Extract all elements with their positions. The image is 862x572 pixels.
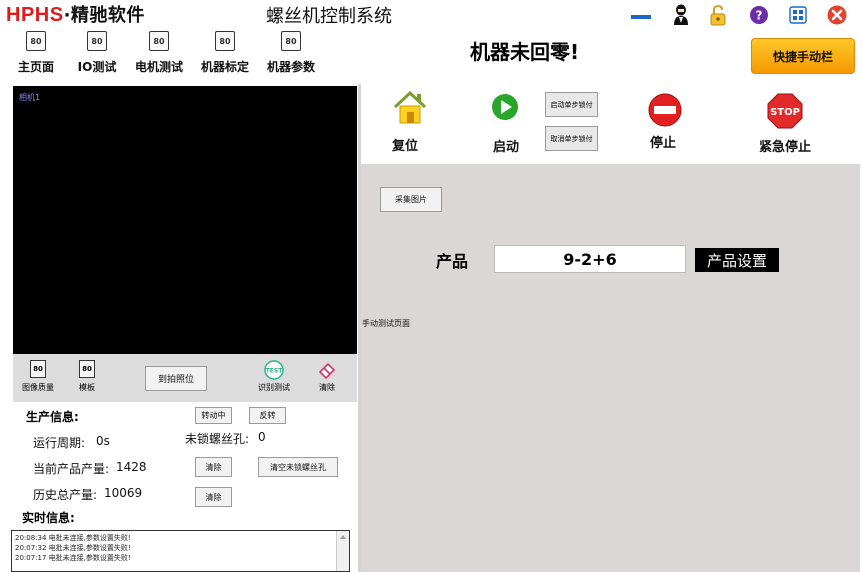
log-scrollbar[interactable] xyxy=(336,531,349,571)
unlock-icon xyxy=(710,4,726,26)
nav-calibration-label: 机器标定 xyxy=(200,60,249,74)
layout-button[interactable] xyxy=(787,4,809,26)
reset-button[interactable] xyxy=(391,88,429,129)
manual-test-page-label: 手动测试页面 xyxy=(362,319,410,328)
realtime-log[interactable]: 20:08:34 电批未连接,参数设置失败! 20:07:32 电批未连接,参数… xyxy=(11,530,350,572)
eraser-icon xyxy=(318,362,336,380)
help-button[interactable]: ? xyxy=(748,4,770,26)
enable-step-lock-button[interactable]: 启动单步锁付 xyxy=(545,92,598,117)
lock-button[interactable] xyxy=(707,4,729,26)
grid-icon xyxy=(789,6,807,24)
capture-image-button[interactable]: 采集图片 xyxy=(380,187,442,212)
clear-camera-label: 清除 xyxy=(319,383,335,392)
close-icon xyxy=(827,5,847,25)
current-output-label: 当前产品产量: xyxy=(33,462,110,476)
recognize-test-label: 识别测试 xyxy=(258,383,290,392)
machine-status: 机器未回零! xyxy=(470,40,580,64)
app-logo: HPHS·精驰软件 xyxy=(6,3,145,28)
nav-machine-params-label: 机器参数 xyxy=(266,60,315,74)
template-label: 模板 xyxy=(79,383,95,392)
quick-manual-button[interactable]: 快捷手动栏 xyxy=(751,38,855,74)
nav-io-test-icon: 80 xyxy=(87,31,107,51)
emergency-stop-button[interactable]: STOP xyxy=(766,92,804,133)
template-icon: 80 xyxy=(79,360,95,378)
stop-button[interactable] xyxy=(647,92,683,131)
image-quality-icon: 80 xyxy=(30,360,46,378)
cancel-step-lock-button[interactable]: 取消单步锁付 xyxy=(545,126,598,151)
log-line: 20:07:32 电批未连接,参数设置失败! xyxy=(15,544,131,552)
start-button[interactable] xyxy=(490,92,520,125)
help-icon: ? xyxy=(750,6,768,24)
clear-history-output-button[interactable]: 清除 xyxy=(195,487,232,507)
test-icon-text: TEST xyxy=(266,368,284,375)
stop-label: 停止 xyxy=(650,136,677,151)
nav-motor-test-icon: 80 xyxy=(149,31,169,51)
image-quality-label: 图像质量 xyxy=(22,383,54,392)
minimize-icon xyxy=(631,15,651,19)
camera-view[interactable] xyxy=(13,86,357,354)
home-icon xyxy=(393,90,427,124)
history-output-label: 历史总产量: xyxy=(33,488,98,502)
play-icon xyxy=(492,94,518,120)
emergency-stop-label: 紧急停止 xyxy=(759,140,812,155)
svg-text:?: ? xyxy=(756,9,763,23)
clear-unlocked-holes-button[interactable]: 清空未锁螺丝孔 xyxy=(258,457,338,477)
production-info-heading: 生产信息: xyxy=(26,410,79,424)
minimize-button[interactable] xyxy=(630,4,652,26)
cycle-label: 运行周期: xyxy=(33,436,86,450)
nav-home-icon: 80 xyxy=(26,31,46,51)
rotating-button[interactable]: 转动中 xyxy=(195,407,232,424)
nav-machine-params-icon: 80 xyxy=(281,31,301,51)
recognize-test-button[interactable]: TEST 识别测试 xyxy=(258,360,290,393)
nav-io-test-label: IO测试 xyxy=(77,60,117,74)
nav-calibration[interactable]: 80 机器标定 xyxy=(197,31,253,77)
nav-calibration-icon: 80 xyxy=(215,31,235,51)
unlocked-holes-label: 未锁螺丝孔: xyxy=(185,432,250,446)
realtime-info-heading: 实时信息: xyxy=(22,511,75,525)
logo-brand: HPHS xyxy=(6,4,64,26)
nav-io-test[interactable]: 80 IO测试 xyxy=(69,31,125,77)
nav-home-label: 主页面 xyxy=(17,60,54,74)
camera-label: 相机1 xyxy=(19,93,41,102)
nav-motor-test[interactable]: 80 电机测试 xyxy=(131,31,187,77)
current-output-value: 1428 xyxy=(116,460,147,474)
start-label: 启动 xyxy=(493,140,520,155)
app-title: 螺丝机控制系统 xyxy=(266,6,392,27)
product-label: 产品 xyxy=(436,252,469,271)
test-icon: TEST xyxy=(264,360,284,380)
cycle-value: 0s xyxy=(96,434,110,448)
image-quality-button[interactable]: 80 图像质量 xyxy=(22,360,54,393)
goto-photo-position-button[interactable]: 到拍照位 xyxy=(145,366,207,391)
logo-dot: · xyxy=(63,5,71,26)
clear-current-output-button[interactable]: 清除 xyxy=(195,457,232,477)
user-button[interactable] xyxy=(670,4,692,26)
reverse-button[interactable]: 反转 xyxy=(249,407,286,424)
nav-home[interactable]: 80 主页面 xyxy=(8,31,64,77)
nav-machine-params[interactable]: 80 机器参数 xyxy=(263,31,319,77)
log-line: 20:08:34 电批未连接,参数设置失败! xyxy=(15,534,131,542)
main-area xyxy=(361,164,860,572)
nav-motor-test-label: 电机测试 xyxy=(134,60,183,74)
product-value-field[interactable]: 9-2+6 xyxy=(494,245,686,273)
stop-sign-icon: STOP xyxy=(767,93,803,129)
user-icon xyxy=(674,4,688,25)
clear-camera-button[interactable]: 清除 xyxy=(316,360,338,393)
template-button[interactable]: 80 模板 xyxy=(79,360,95,393)
unlocked-holes-value: 0 xyxy=(258,430,266,444)
logo-name: 精驰软件 xyxy=(70,5,145,26)
stop-sign-text: STOP xyxy=(770,107,800,118)
no-entry-icon xyxy=(648,93,682,127)
history-output-value: 10069 xyxy=(104,486,143,500)
close-button[interactable] xyxy=(826,4,848,26)
reset-label: 复位 xyxy=(392,139,419,154)
log-line: 20:07:17 电批未连接,参数设置失败! xyxy=(15,554,131,562)
product-settings-button[interactable]: 产品设置 xyxy=(695,248,779,272)
